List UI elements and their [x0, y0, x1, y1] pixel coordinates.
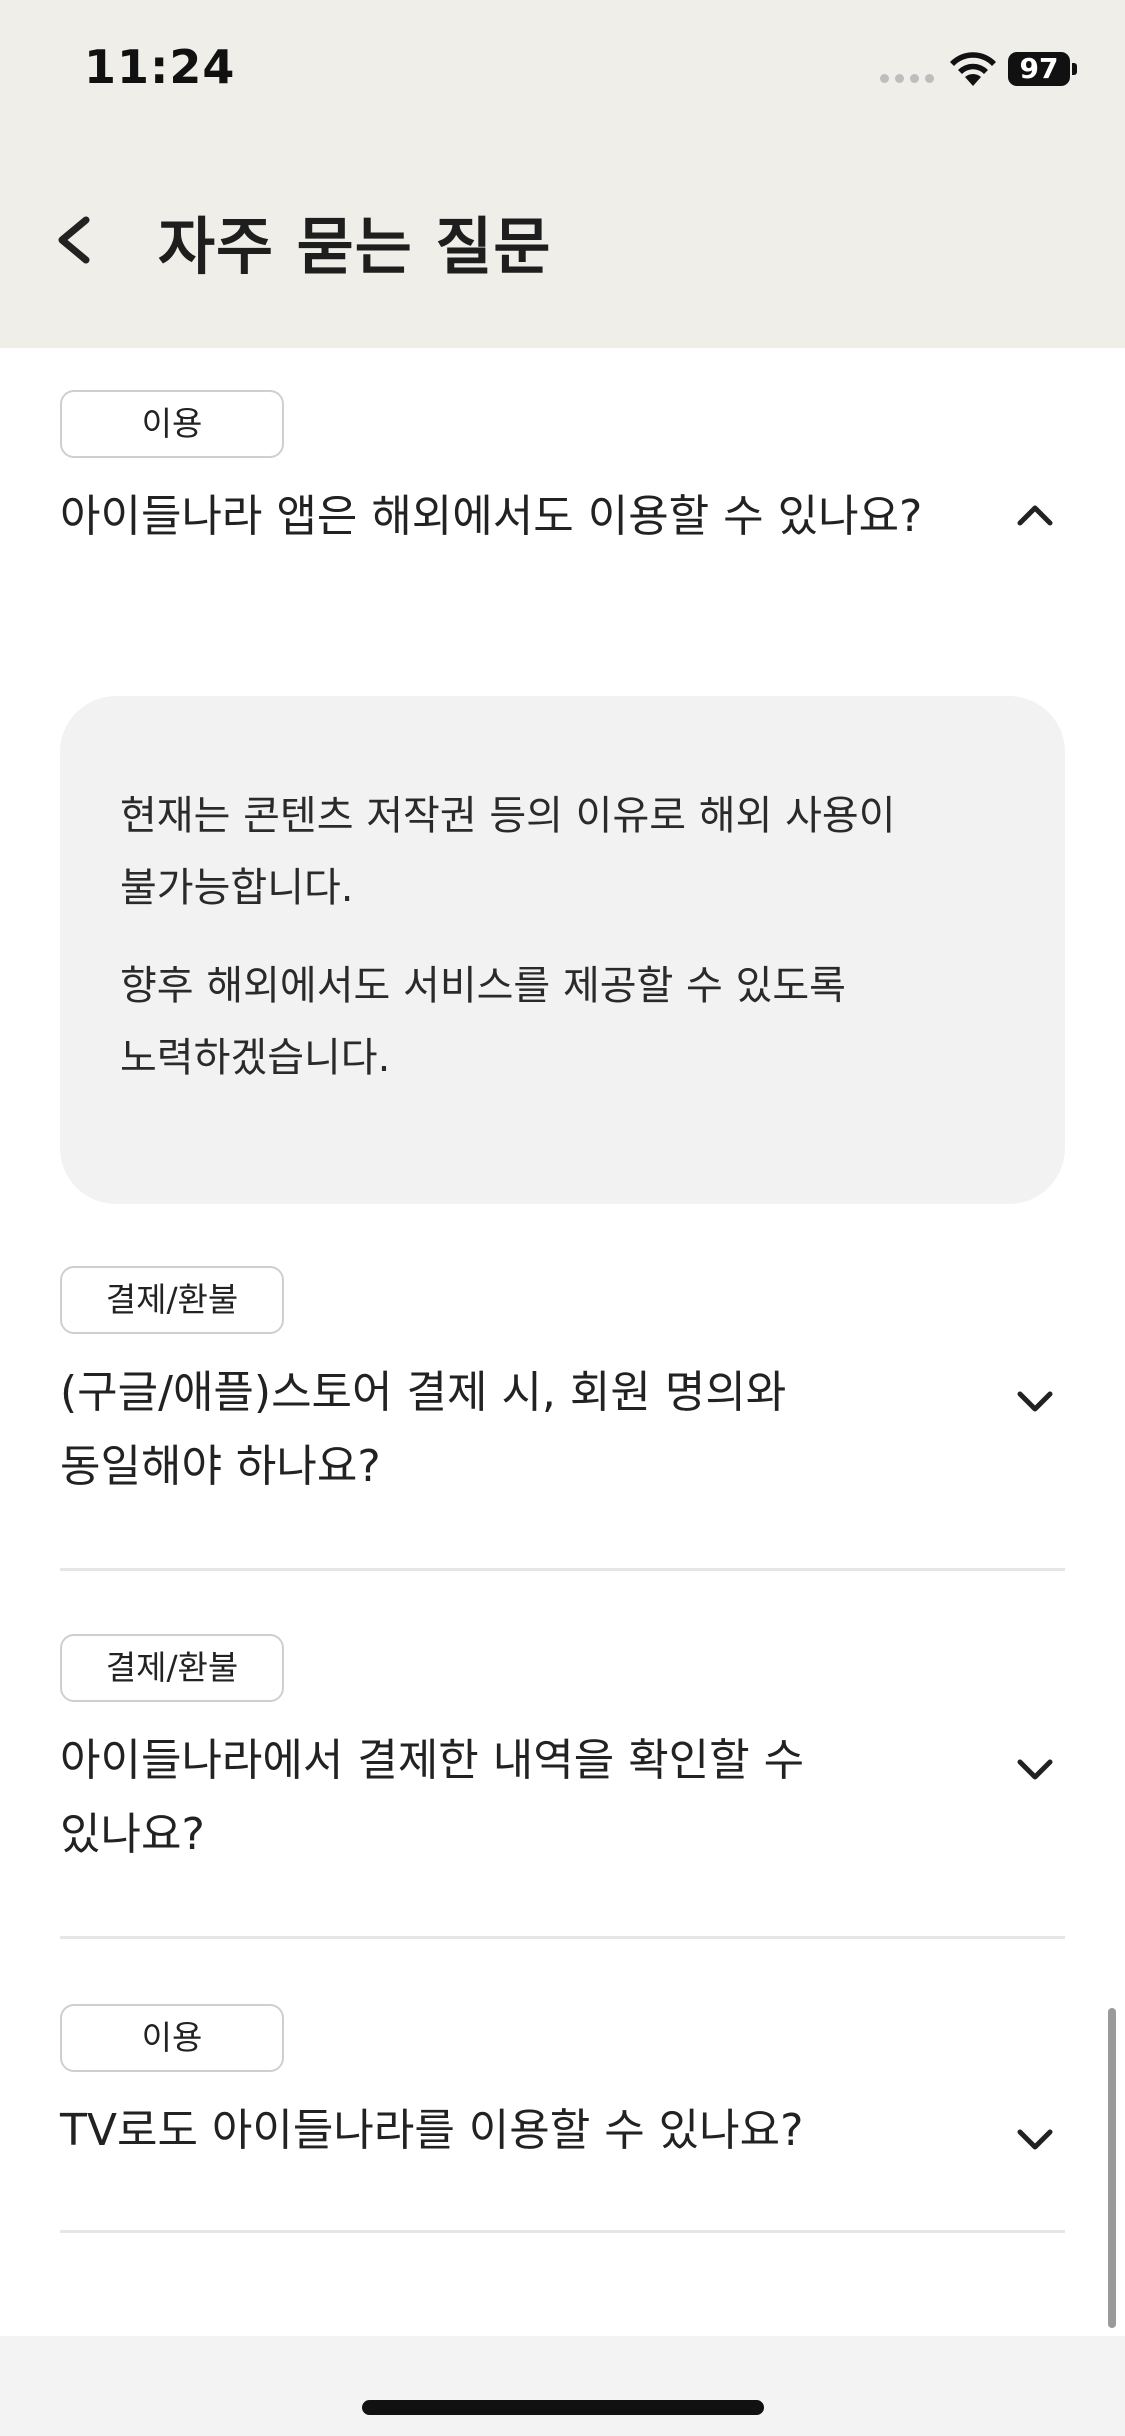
faq-item[interactable]: 이용 TV로도 아이들나라를 이용할 수 있나요?: [60, 2004, 1065, 2284]
signal-dots-icon: [880, 74, 936, 86]
answer-paragraph: 현재는 콘텐츠 저작권 등의 이유로 해외 사용이 불가능합니다.: [120, 793, 896, 911]
faq-list[interactable]: 이용 아이들나라 앱은 해외에서도 이용할 수 있나요? 현재는 콘텐츠 저작권…: [0, 348, 1125, 2336]
chevron-down-icon[interactable]: [1010, 1376, 1060, 1426]
bottom-area: [0, 2336, 1125, 2436]
faq-item[interactable]: 이용 아이들나라 앱은 해외에서도 이용할 수 있나요? 현재는 콘텐츠 저작권…: [60, 390, 1065, 1290]
home-indicator[interactable]: [362, 2400, 764, 2415]
faq-question[interactable]: 아이들나라 앱은 해외에서도 이용할 수 있나요?: [60, 480, 960, 554]
nav-bar: 자주 묻는 질문: [0, 160, 1125, 320]
divider: [60, 2230, 1065, 2233]
faq-item[interactable]: 결제/환불 아이들나라에서 결제한 내역을 확인할 수 있나요?: [60, 1634, 1065, 1954]
status-time: 11:24: [84, 40, 236, 94]
status-bar: 11:24 97: [0, 0, 1125, 140]
battery-indicator: 97: [1008, 52, 1070, 86]
wifi-icon: [950, 52, 996, 86]
battery-cap: [1072, 63, 1077, 75]
answer-paragraph: 향후 해외에서도 서비스를 제공할 수 있도록 노력하겠습니다.: [120, 963, 846, 1081]
category-badge: 결제/환불: [60, 1634, 284, 1702]
top-area: 11:24 97 자주 묻는 질문: [0, 0, 1125, 348]
faq-question[interactable]: TV로도 아이들나라를 이용할 수 있나요?: [60, 2094, 960, 2168]
faq-question[interactable]: 아이들나라에서 결제한 내역을 확인할 수 있나요?: [60, 1724, 960, 1872]
page-title: 자주 묻는 질문: [158, 210, 552, 283]
faq-question[interactable]: (구글/애플)스토어 결제 시, 회원 명의와 동일해야 하나요?: [60, 1356, 960, 1504]
divider: [60, 1936, 1065, 1939]
faq-answer: 현재는 콘텐츠 저작권 등의 이유로 해외 사용이 불가능합니다. 향후 해외에…: [60, 696, 1065, 1204]
category-badge: 이용: [60, 390, 284, 458]
chevron-up-icon[interactable]: [1010, 490, 1060, 540]
scrollbar[interactable]: [1108, 2008, 1116, 2328]
back-button[interactable]: [46, 200, 106, 280]
chevron-down-icon[interactable]: [1010, 1744, 1060, 1794]
faq-item[interactable]: 결제/환불 (구글/애플)스토어 결제 시, 회원 명의와 동일해야 하나요?: [60, 1266, 1065, 1586]
category-badge: 이용: [60, 2004, 284, 2072]
category-badge: 결제/환불: [60, 1266, 284, 1334]
divider: [60, 1568, 1065, 1571]
chevron-down-icon[interactable]: [1010, 2114, 1060, 2164]
